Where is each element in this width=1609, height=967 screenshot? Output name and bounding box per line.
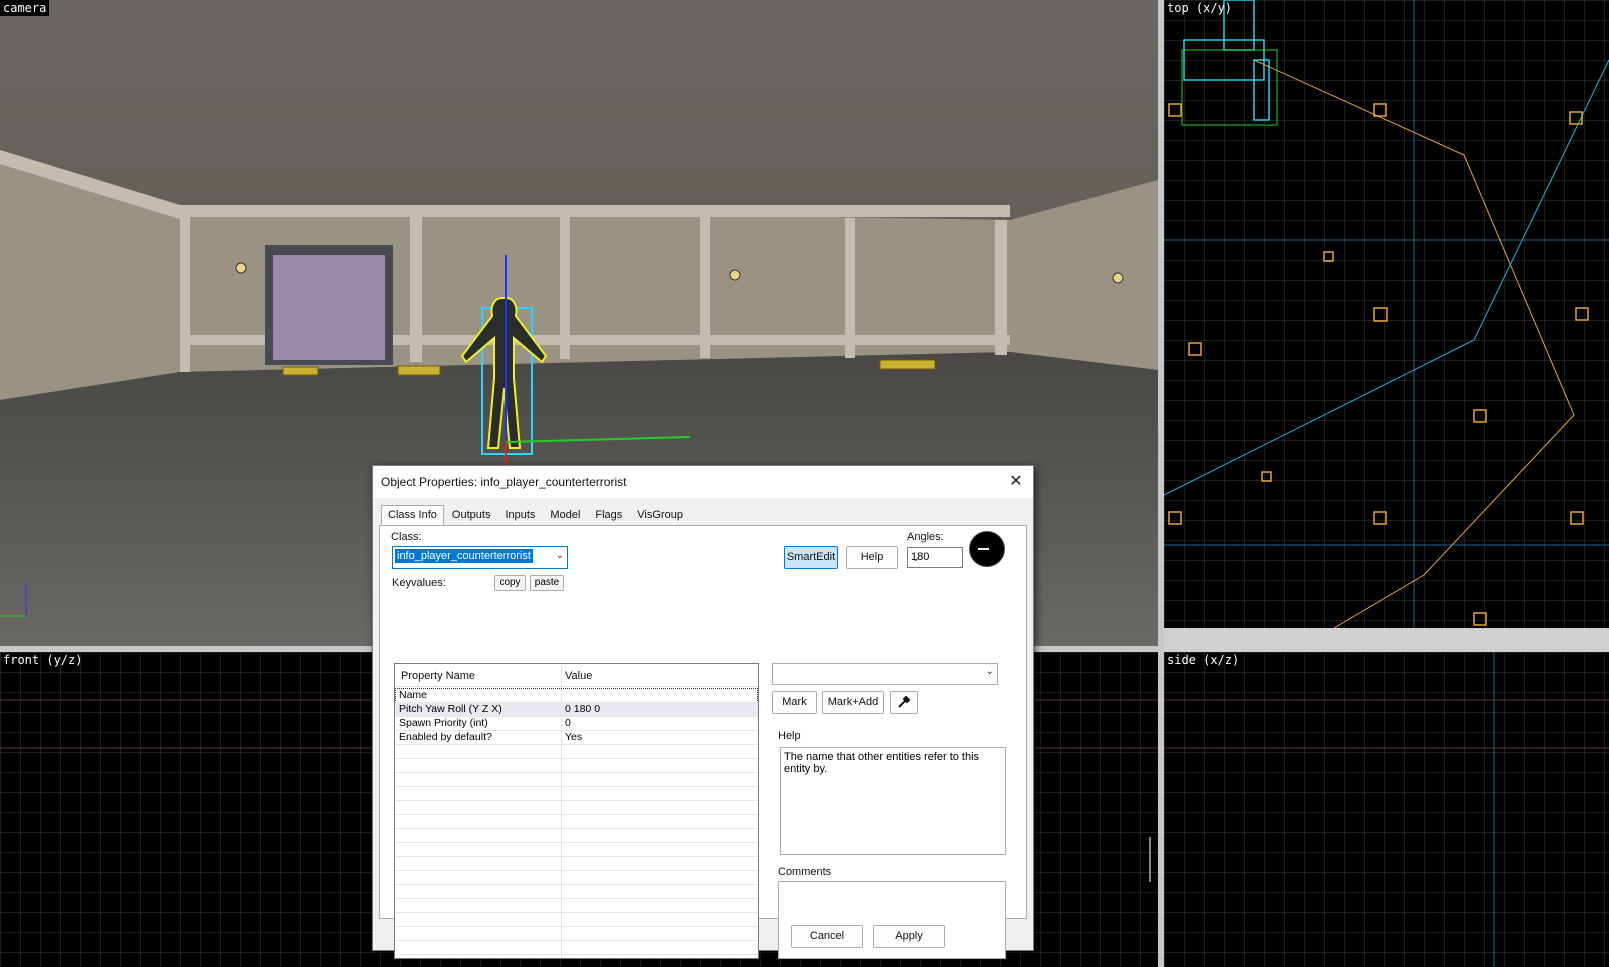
mark-button[interactable]: Mark xyxy=(772,691,817,714)
empty-row xyxy=(395,940,758,955)
header-value[interactable]: Value xyxy=(565,670,592,682)
table-row[interactable]: Name xyxy=(395,688,758,703)
table-header: Property Name Value xyxy=(395,664,758,687)
help-text: The name that other entities refer to th… xyxy=(780,747,1006,855)
comments-label: Comments xyxy=(778,866,832,878)
class-combo[interactable]: info_player_counterterrorist ⌄ xyxy=(392,546,568,569)
tab-model[interactable]: Model xyxy=(543,505,587,525)
keyvalues-label: Keyvalues: xyxy=(392,577,446,589)
side-viewport-label: side (x/z) xyxy=(1167,653,1240,667)
angles-combo[interactable]: 180 ⌄ xyxy=(907,547,963,568)
front-viewport-label: front (y/z) xyxy=(3,653,83,667)
empty-row xyxy=(395,758,758,773)
row-value: 0 xyxy=(565,717,571,729)
mark-add-button[interactable]: Mark+Add xyxy=(822,691,884,714)
angles-label: Angles: xyxy=(907,531,944,543)
vertical-splitter[interactable] xyxy=(1158,0,1164,967)
paste-button[interactable]: paste xyxy=(530,575,564,591)
table-row[interactable]: Pitch Yaw Roll (Y Z X) 0 180 0 xyxy=(395,702,758,717)
keyvalues-table: Property Name Value Name Pitch Yaw Roll … xyxy=(394,663,759,959)
empty-row xyxy=(395,800,758,815)
angle-dial[interactable] xyxy=(969,531,1005,567)
eyedropper-icon xyxy=(898,695,911,708)
help-label: Help xyxy=(778,730,801,742)
empty-row xyxy=(395,870,758,885)
chevron-down-icon: ⌄ xyxy=(911,552,921,564)
side-view-grid xyxy=(1164,652,1609,967)
camera-viewport-label: camera xyxy=(0,0,50,16)
table-row[interactable]: Enabled by default? Yes xyxy=(395,730,758,745)
eyedropper-button[interactable] xyxy=(890,691,918,714)
row-name: Name xyxy=(399,689,428,701)
empty-row xyxy=(395,912,758,927)
empty-row xyxy=(395,744,758,759)
close-button[interactable]: ✕ xyxy=(1005,471,1027,493)
empty-row xyxy=(395,786,758,801)
empty-row xyxy=(395,898,758,913)
tab-class-info[interactable]: Class Info xyxy=(381,505,444,525)
tab-outputs[interactable]: Outputs xyxy=(445,505,498,525)
object-properties-dialog: Object Properties: info_player_counterte… xyxy=(372,465,1034,959)
angle-needle-icon xyxy=(978,548,989,550)
value-dropdown[interactable]: ⌄ xyxy=(772,663,998,685)
smartedit-button[interactable]: SmartEdit xyxy=(784,546,838,569)
empty-row xyxy=(395,828,758,843)
row-name: Enabled by default? xyxy=(399,731,492,743)
dialog-title: Object Properties: info_player_counterte… xyxy=(381,475,627,489)
chevron-down-icon: ⌄ xyxy=(985,666,994,677)
tab-flags[interactable]: Flags xyxy=(588,505,629,525)
cancel-button[interactable]: Cancel xyxy=(791,925,863,948)
table-row[interactable]: Spawn Priority (int) 0 xyxy=(395,716,758,731)
apply-button[interactable]: Apply xyxy=(873,925,945,948)
side-viewport[interactable]: side (x/z) xyxy=(1164,652,1609,967)
top-viewport[interactable]: top (x/y) xyxy=(1164,0,1609,628)
empty-row xyxy=(395,856,758,871)
row-value: 0 180 0 xyxy=(565,703,601,715)
header-property-name[interactable]: Property Name xyxy=(401,670,475,682)
top-viewport-label: top (x/y) xyxy=(1167,1,1233,15)
empty-row xyxy=(395,842,758,857)
help-button[interactable]: Help xyxy=(846,546,898,569)
empty-row xyxy=(395,926,758,941)
row-name: Pitch Yaw Roll (Y Z X) xyxy=(399,703,502,715)
row-name: Spawn Priority (int) xyxy=(399,717,488,729)
empty-row xyxy=(395,772,758,787)
class-label: Class: xyxy=(391,531,422,543)
empty-row xyxy=(395,814,758,829)
dialog-titlebar[interactable]: Object Properties: info_player_counterte… xyxy=(373,466,1033,498)
copy-button[interactable]: copy xyxy=(494,575,526,591)
class-info-page: Class: info_player_counterterrorist ⌄ Ke… xyxy=(379,525,1027,959)
tab-visgroup[interactable]: VisGroup xyxy=(630,505,690,525)
class-value: info_player_counterterrorist xyxy=(395,549,533,563)
tab-inputs[interactable]: Inputs xyxy=(498,505,542,525)
row-value: Yes xyxy=(565,731,583,743)
empty-row xyxy=(395,884,758,899)
chevron-down-icon: ⌄ xyxy=(555,550,564,561)
horizontal-splitter-right[interactable] xyxy=(1164,628,1609,652)
tab-bar: Class Info Outputs Inputs Model Flags Vi… xyxy=(381,505,691,525)
top-view-grid xyxy=(1164,0,1609,628)
